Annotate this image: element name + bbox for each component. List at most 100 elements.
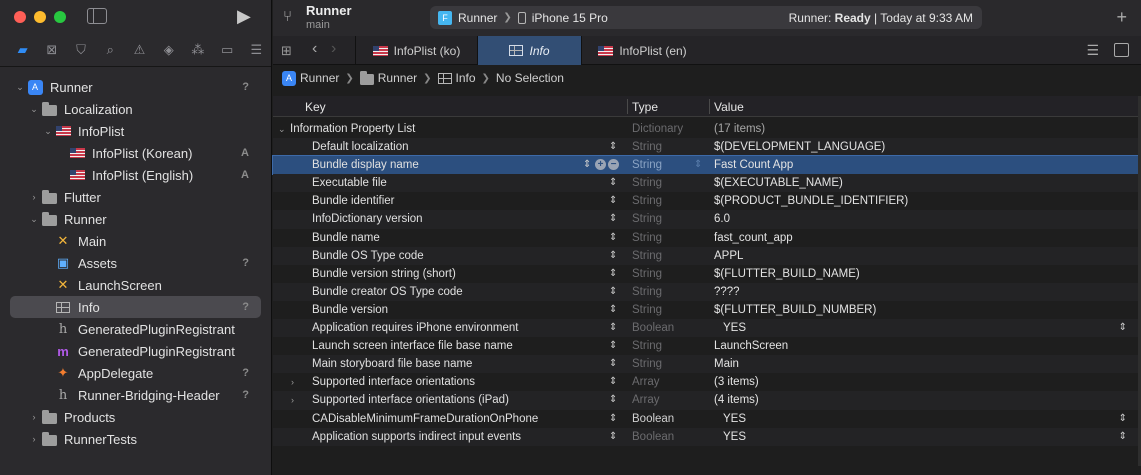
tree-item[interactable]: ▣ Assets? [0,252,271,274]
plist-type[interactable]: String [632,229,662,247]
plist-value[interactable]: (17 items) [714,120,765,138]
key-stepper-icon[interactable]: ⇕ [609,229,617,247]
tree-item[interactable]: h GeneratedPluginRegistrant [0,318,271,340]
key-stepper-icon[interactable]: ⇕ [609,210,617,228]
chevron-right-icon[interactable]: › [28,434,40,444]
breadcrumb-selection[interactable]: No Selection [496,71,564,85]
plist-type[interactable]: String [632,192,662,210]
plist-type[interactable]: String [632,301,662,319]
chevron-down-icon[interactable]: ⌄ [42,126,54,137]
plist-type[interactable]: Boolean [632,410,674,428]
key-stepper-icon[interactable]: ⇕ [609,138,617,156]
plist-key[interactable]: Executable file [312,174,387,192]
tree-item[interactable]: InfoPlist (English) A [0,164,271,186]
plist-value[interactable]: ???? [714,283,740,301]
plist-row[interactable]: Bundle creator OS Type code ⇕ String???? [273,282,1138,301]
scheme-selector[interactable]: Runner [458,11,497,25]
plist-row[interactable]: Bundle version ⇕ String $(FLUTTER_BUILD_NUM… [273,301,1138,319]
key-stepper-icon[interactable]: ⇕ [609,355,617,373]
plist-row[interactable]: Bundle identifier ⇕ String $(PRODUCT_BUNDLE… [273,192,1138,210]
plist-type[interactable]: String [632,283,662,301]
tree-item[interactable]: ⌄ Runner [0,208,271,230]
plist-value[interactable]: LaunchScreen [714,337,788,355]
editor-options-icon[interactable]: ☰ [1086,42,1099,59]
key-stepper-icon[interactable]: ⇕ [583,156,591,174]
plist-type[interactable]: Boolean [632,428,674,446]
forward-chevron-icon[interactable]: › [331,40,336,58]
plist-value[interactable]: YES [723,410,746,428]
close-window-button[interactable] [14,11,26,23]
plist-value[interactable]: YES [723,428,746,446]
breadcrumb-file[interactable]: Info [456,71,476,85]
breadcrumb-project[interactable]: Runner [300,71,339,85]
key-stepper-icon[interactable]: ⇕ [609,247,617,265]
plist-key[interactable]: Bundle OS Type code [312,247,424,265]
plist-value[interactable]: $(FLUTTER_BUILD_NUMBER) [714,301,876,319]
key-stepper-icon[interactable]: ⇕ [609,283,617,301]
plist-row[interactable]: Bundle version string (short) ⇕ String $(FL… [273,265,1138,283]
zoom-window-button[interactable] [54,11,66,23]
run-button[interactable]: ▶ [237,7,251,25]
chevron-right-icon[interactable]: › [28,192,40,202]
plist-row[interactable]: Main storyboard file base name ⇕ String Mai… [273,355,1138,374]
editor-tab[interactable]: Info [477,36,581,65]
plist-key[interactable]: Bundle version [312,301,388,319]
plist-value[interactable]: $(PRODUCT_BUNDLE_IDENTIFIER) [714,192,908,210]
tree-item[interactable]: ✕ LaunchScreen [0,274,271,296]
plist-type[interactable]: Boolean [632,319,674,337]
plist-value[interactable]: APPL [714,247,743,265]
plist-key[interactable]: Information Property List [290,120,415,138]
plist-type[interactable]: String [632,265,662,283]
plist-row[interactable]: ⌄ Information Property List Dictionary (17 … [273,120,1138,138]
editor-tab[interactable]: InfoPlist (en) [581,36,703,65]
back-chevron-icon[interactable]: ‹ [312,40,317,58]
related-items-grid-icon[interactable]: ⊞ [281,43,295,58]
key-stepper-icon[interactable]: ⇕ [609,265,617,283]
sidebar-toggle-icon[interactable] [87,8,107,24]
plist-type[interactable]: Dictionary [632,120,683,138]
tree-item[interactable]: ⌄ InfoPlist [0,120,271,142]
plist-type[interactable]: Array [632,391,659,409]
bookmark-icon[interactable]: ⛉ [66,38,95,62]
split-editor-icon[interactable] [1114,43,1129,57]
diamond-icon[interactable]: ◈ [154,38,183,62]
chevron-down-icon[interactable]: ⌄ [28,104,40,115]
plist-row[interactable]: Application supports indirect input even… [273,427,1138,446]
key-stepper-icon[interactable]: ⇕ [609,337,617,355]
plist-type[interactable]: String [632,156,662,174]
key-stepper-icon[interactable]: ⇕ [609,192,617,210]
tree-item[interactable]: m GeneratedPluginRegistrant [0,340,271,362]
chevron-right-icon[interactable]: › [291,391,294,409]
list-icon[interactable]: ☰ [242,38,271,62]
breadcrumb-group[interactable]: Runner [378,71,417,85]
label-icon[interactable]: ▭ [213,38,242,62]
tree-item[interactable]: › Flutter [0,186,271,208]
plist-value[interactable]: fast_count_app [714,229,793,247]
key-stepper-icon[interactable]: ⇕ [609,301,617,319]
column-divider[interactable] [627,99,628,114]
column-value-header[interactable]: Value [714,100,744,114]
add-row-icon[interactable]: + [595,159,606,171]
chevron-down-icon[interactable]: ⌄ [28,214,40,225]
plist-type[interactable]: Array [632,373,659,391]
plist-key[interactable]: Bundle display name [312,156,419,174]
plist-row[interactable]: Bundle OS Type code ⇕ String APPL [273,246,1138,265]
plist-key[interactable]: Supported interface orientations [312,373,475,391]
column-type-header[interactable]: Type [632,100,658,114]
tree-item[interactable]: ✕ Main [0,230,271,252]
key-stepper-icon[interactable]: ⇕ [609,428,617,446]
folder-icon[interactable]: ▰ [8,38,37,62]
plist-key[interactable]: Application supports indirect input even… [312,428,521,446]
plist-key[interactable]: Launch screen interface file base name [312,337,513,355]
plist-type[interactable]: String [632,337,662,355]
plist-key[interactable]: Bundle version string (short) [312,265,456,283]
column-divider[interactable] [709,99,710,114]
plist-key[interactable]: InfoDictionary version [312,210,423,228]
chevron-down-icon[interactable]: ⌄ [14,82,26,93]
plist-row[interactable]: Launch screen interface file base name ⇕ S… [273,337,1138,355]
minimize-window-button[interactable] [34,11,46,23]
plist-value[interactable]: $(EXECUTABLE_NAME) [714,174,843,192]
plist-value[interactable]: YES [723,319,746,337]
plist-row[interactable]: CADisableMinimumFrameDurationOnPhone ⇕ Boo… [273,410,1138,428]
plist-row[interactable]: Application requires iPhone environment ⇕… [273,319,1138,338]
